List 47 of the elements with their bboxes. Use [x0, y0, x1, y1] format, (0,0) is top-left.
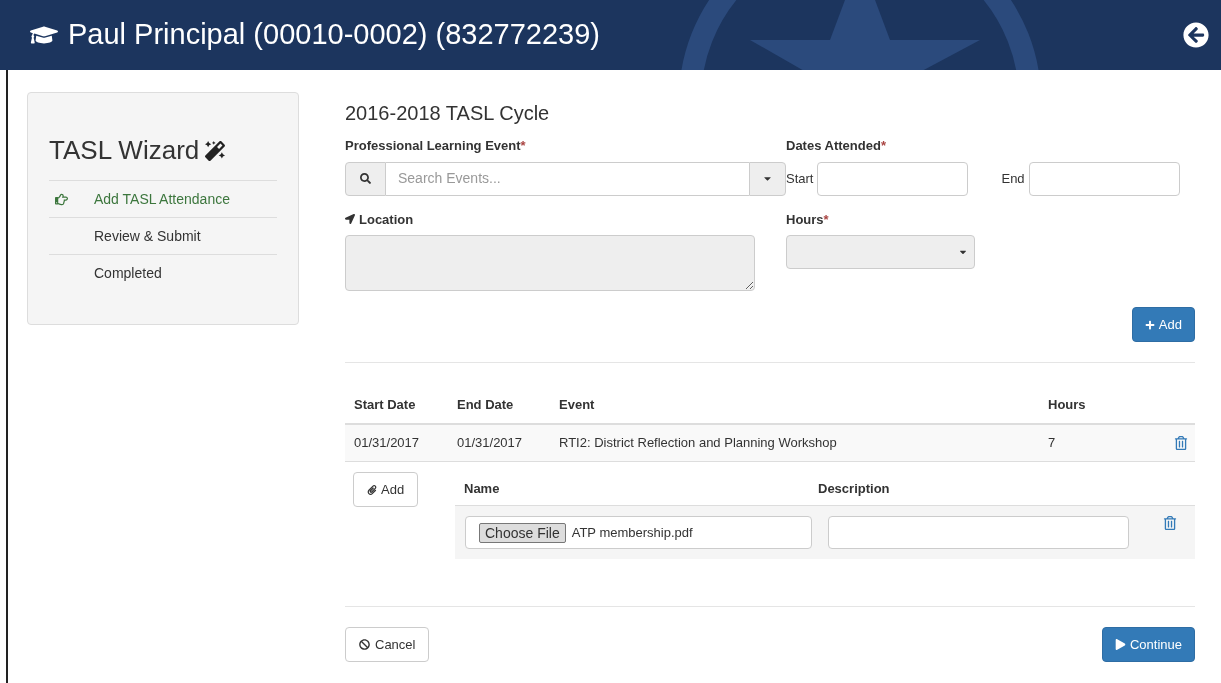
- column-header: Name: [463, 479, 501, 498]
- end-date-field[interactable]: [1028, 161, 1180, 196]
- file-field[interactable]: Choose File ATP membership.pdf: [465, 516, 812, 549]
- wizard-step[interactable]: Review & Submit: [94, 225, 201, 247]
- column-header: Hours: [1048, 396, 1087, 415]
- plus-icon: [1144, 319, 1155, 330]
- field-label: Professional Learning Event*: [345, 137, 526, 155]
- wizard-step[interactable]: Completed: [94, 263, 162, 284]
- hours-select[interactable]: [786, 235, 975, 269]
- field-label: Dates Attended*: [786, 137, 886, 155]
- file-name: ATP membership.pdf: [571, 523, 693, 542]
- column-header: Start Date: [353, 396, 417, 415]
- location-arrow-icon: [345, 214, 355, 225]
- trash-icon[interactable]: [1163, 516, 1177, 530]
- magic-wand-icon: [205, 140, 226, 161]
- end-label: End: [1001, 169, 1025, 188]
- search-icon: [360, 173, 371, 184]
- search-field[interactable]: Search Events...: [386, 161, 749, 196]
- play-icon: [1114, 639, 1126, 650]
- wizard-step[interactable]: Add TASL Attendance: [94, 188, 230, 210]
- column-header: Event: [558, 396, 596, 415]
- dropdown-button[interactable]: [749, 161, 786, 196]
- page-title: Paul Principal (00010-0002) (832772239): [68, 17, 601, 53]
- hand-pointer-icon: [55, 192, 68, 206]
- wizard-title: TASL Wizard: [49, 134, 200, 167]
- cancel-button[interactable]: Cancel: [345, 627, 430, 662]
- back-icon[interactable]: [1183, 22, 1209, 48]
- field-label: Hours*: [786, 210, 829, 229]
- location-field[interactable]: [345, 235, 755, 291]
- trash-icon[interactable]: [1174, 436, 1188, 450]
- column-header: Description: [818, 479, 890, 498]
- add-button[interactable]: Add: [1131, 307, 1195, 342]
- start-date-field[interactable]: [817, 161, 969, 196]
- choose-file-button[interactable]: Choose File: [479, 522, 566, 543]
- cycle-title: 2016-2018 TASL Cycle: [345, 101, 551, 126]
- paperclip-icon: [367, 484, 377, 495]
- column-header: End Date: [456, 396, 515, 415]
- continue-button[interactable]: Continue: [1101, 627, 1195, 662]
- start-label: Start: [786, 169, 814, 188]
- table-cell-text: 01/31/2017: [353, 434, 421, 453]
- ban-icon: [359, 639, 370, 650]
- attach-button[interactable]: Add: [353, 472, 419, 507]
- table-cell-text: 7: [1048, 434, 1057, 453]
- field-label: Location: [359, 210, 414, 229]
- description-field[interactable]: [828, 516, 1129, 549]
- table-cell-text: 01/31/2017: [456, 434, 524, 453]
- table-cell-text: RTI2: District Reflection and Planning Workshop: [558, 434, 838, 453]
